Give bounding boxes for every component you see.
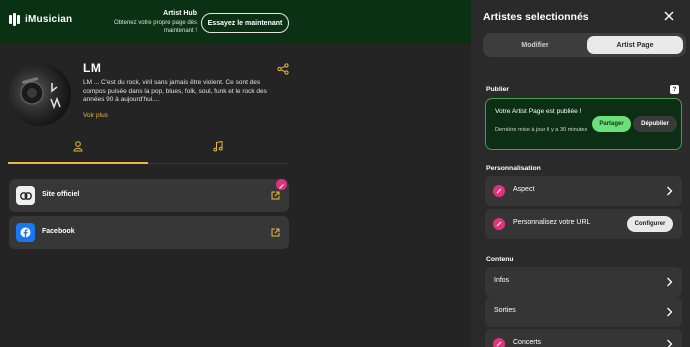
artist-avatar <box>8 63 71 126</box>
artist-page-preview: iMusician Artist Hub Obtenez votre propr… <box>0 0 471 347</box>
link-label: Site officiel <box>42 191 80 198</box>
profile-tabs <box>8 141 289 163</box>
hub-description: Obtenez votre propre page dès maintenant… <box>113 20 197 34</box>
logo[interactable]: iMusician <box>9 13 72 26</box>
link-card-facebook[interactable]: Facebook <box>9 216 289 249</box>
aspect-label: Aspect <box>513 186 535 193</box>
edit-badge-icon[interactable] <box>276 179 287 190</box>
artist-bio: LM ... C'est du rock, viril sans jamais … <box>83 79 267 103</box>
see-more-link[interactable]: Voir plus <box>83 112 108 119</box>
aspect-item[interactable]: Aspect <box>485 176 682 206</box>
custom-url-item[interactable]: Personnalisez votre URL Configurer <box>485 209 682 239</box>
edit-icon <box>493 218 505 230</box>
infos-label: Infos <box>494 277 510 284</box>
external-link-icon[interactable] <box>271 191 280 200</box>
facebook-icon <box>16 223 35 242</box>
section-publier: Publier <box>486 86 510 93</box>
link-icon <box>16 186 35 205</box>
custom-url-label: Personnalisez votre URL <box>513 219 591 226</box>
settings-panel: Artistes selectionnés Modifier Artist Pa… <box>471 0 690 347</box>
external-link-icon[interactable] <box>271 228 280 237</box>
concerts-label: Concerts <box>513 339 542 346</box>
user-icon <box>73 141 83 152</box>
section-contenu: Contenu <box>486 256 514 263</box>
imusician-logo-icon <box>9 13 20 26</box>
link-card-site[interactable]: Site officiel <box>9 179 289 212</box>
link-label: Facebook <box>42 228 75 235</box>
close-icon[interactable] <box>664 11 674 21</box>
hub-title: Artist Hub <box>163 10 197 17</box>
tab-artist-page[interactable]: Artist Page <box>587 36 683 54</box>
top-banner: iMusician Artist Hub Obtenez votre propr… <box>0 0 471 44</box>
artist-hub-promo: Artist Hub Obtenez votre propre page dès… <box>112 10 197 35</box>
chevron-right-icon <box>667 307 673 317</box>
music-note-icon <box>213 141 223 152</box>
edit-icon <box>493 185 505 197</box>
concerts-item[interactable]: Concerts <box>485 329 682 347</box>
help-icon[interactable]: ? <box>670 85 679 94</box>
publish-status-title: Votre Artist Page est publiée ! <box>495 108 582 115</box>
sorties-label: Sorties <box>494 307 516 314</box>
tab-music[interactable] <box>148 141 288 163</box>
app-root: iMusician Artist Hub Obtenez votre propr… <box>0 0 690 347</box>
artist-name: LM <box>83 61 102 75</box>
try-now-button[interactable]: Essayez le maintenant <box>201 13 289 33</box>
chevron-right-icon <box>667 186 673 196</box>
view-switcher: Modifier Artist Page <box>483 33 686 57</box>
share-icon[interactable] <box>277 63 289 75</box>
sorties-item[interactable]: Sorties <box>485 297 682 327</box>
edit-icon <box>493 338 505 347</box>
publish-status-card: Votre Artist Page est publiée ! Dernière… <box>485 98 682 150</box>
tab-modifier[interactable]: Modifier <box>486 36 584 54</box>
chevron-right-icon <box>667 277 673 287</box>
infos-item[interactable]: Infos <box>485 267 682 297</box>
unpublish-button[interactable]: Dépublier <box>633 116 677 132</box>
last-updated: Dernière mise à jour il y a 30 minutes <box>495 127 588 133</box>
chevron-right-icon <box>667 339 673 347</box>
section-personnalisation: Personnalisation <box>486 165 541 172</box>
active-tab-indicator <box>8 162 148 164</box>
logo-text: iMusician <box>25 14 73 25</box>
share-button[interactable]: Partager <box>592 116 631 132</box>
configure-button[interactable]: Configurer <box>627 216 673 232</box>
panel-title: Artistes selectionnés <box>483 11 589 23</box>
tab-profile[interactable] <box>8 141 148 163</box>
